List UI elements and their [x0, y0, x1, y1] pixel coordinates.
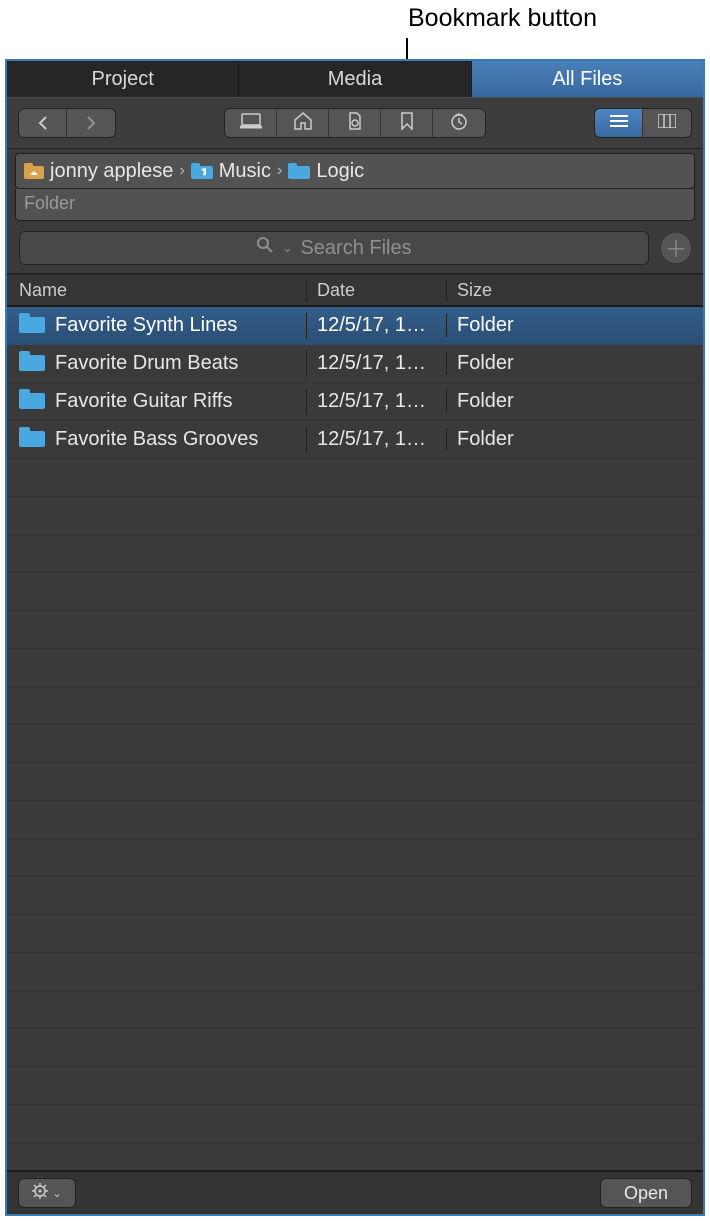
table-row [7, 725, 703, 763]
home-icon [293, 112, 313, 135]
table-row [7, 459, 703, 497]
chevron-right-icon: › [179, 162, 184, 180]
row-size: Folder [447, 428, 703, 451]
table-row[interactable]: Favorite Synth Lines 12/5/17, 1… Folder [7, 307, 703, 345]
table-body: Favorite Synth Lines 12/5/17, 1… Folder … [7, 307, 703, 1170]
document-icon [347, 112, 363, 135]
table-row [7, 649, 703, 687]
breadcrumb[interactable]: jonny applese › Music › Logic [15, 153, 695, 189]
table-row [7, 763, 703, 801]
music-folder-icon [191, 163, 213, 179]
breadcrumb-seg-logic[interactable]: Logic [316, 160, 364, 183]
back-button[interactable] [19, 109, 67, 137]
table-row [7, 573, 703, 611]
toolbar [7, 97, 703, 149]
search-row: ⌄ Search Files ＋ [7, 221, 703, 275]
bookmark-icon [400, 112, 414, 135]
footer: ⌄ Open [7, 1170, 703, 1214]
file-browser-panel: Project Media All Files [5, 59, 705, 1216]
table-row[interactable]: Favorite Bass Grooves 12/5/17, 1… Folder [7, 421, 703, 459]
table-row [7, 839, 703, 877]
table-row [7, 1029, 703, 1067]
row-name: Favorite Guitar Riffs [55, 390, 232, 413]
location-segment [225, 109, 485, 137]
breadcrumb-seg-music[interactable]: Music [219, 160, 271, 183]
plus-icon: ＋ [665, 232, 687, 264]
forward-button[interactable] [67, 109, 115, 137]
row-size: Folder [447, 352, 703, 375]
row-date: 12/5/17, 1… [307, 314, 447, 337]
column-date[interactable]: Date [307, 280, 447, 301]
table-row [7, 535, 703, 573]
table-row [7, 953, 703, 991]
gear-icon [32, 1183, 48, 1204]
table-row [7, 497, 703, 535]
table-row [7, 1105, 703, 1143]
list-icon [610, 114, 628, 133]
computer-icon [240, 113, 262, 134]
tab-media[interactable]: Media [239, 61, 471, 97]
chevron-down-icon: ⌄ [52, 1187, 61, 1200]
row-date: 12/5/17, 1… [307, 428, 447, 451]
row-name: Favorite Bass Grooves [55, 428, 258, 451]
recent-button[interactable] [433, 109, 485, 137]
table-row[interactable]: Favorite Guitar Riffs 12/5/17, 1… Folder [7, 383, 703, 421]
open-button[interactable]: Open [601, 1179, 691, 1207]
table-row[interactable]: Favorite Drum Beats 12/5/17, 1… Folder [7, 345, 703, 383]
column-name[interactable]: Name [7, 280, 307, 301]
table-row [7, 611, 703, 649]
chevron-down-icon: ⌄ [282, 241, 292, 255]
table-row [7, 801, 703, 839]
folder-icon [19, 389, 45, 415]
bookmark-button[interactable] [381, 109, 433, 137]
search-placeholder: Search Files [300, 237, 411, 260]
computer-button[interactable] [225, 109, 277, 137]
tabs: Project Media All Files [7, 61, 703, 97]
column-size[interactable]: Size [447, 280, 703, 301]
row-date: 12/5/17, 1… [307, 390, 447, 413]
add-button[interactable]: ＋ [661, 233, 691, 263]
search-icon [256, 236, 274, 260]
table-row [7, 915, 703, 953]
clock-icon [449, 112, 469, 135]
list-view-button[interactable] [595, 109, 643, 137]
row-name: Favorite Synth Lines [55, 314, 237, 337]
projects-button[interactable] [329, 109, 381, 137]
chevron-right-icon: › [277, 162, 282, 180]
breadcrumb-seg-home[interactable]: jonny applese [50, 160, 173, 183]
table-row [7, 877, 703, 915]
home-folder-icon [24, 163, 44, 179]
folder-icon [19, 427, 45, 453]
row-name: Favorite Drum Beats [55, 352, 238, 375]
tab-all-files[interactable]: All Files [472, 61, 703, 97]
action-menu-button[interactable]: ⌄ [19, 1179, 75, 1207]
columns-icon [658, 114, 676, 133]
tab-project[interactable]: Project [7, 61, 239, 97]
folder-icon [19, 351, 45, 377]
home-button[interactable] [277, 109, 329, 137]
row-date: 12/5/17, 1… [307, 352, 447, 375]
search-input[interactable]: ⌄ Search Files [19, 231, 649, 265]
callout-label: Bookmark button [408, 4, 597, 33]
table-row [7, 991, 703, 1029]
nav-segment [19, 109, 115, 137]
path-type-label: Folder [15, 189, 695, 221]
table-row [7, 1067, 703, 1105]
table-header: Name Date Size [7, 275, 703, 307]
row-size: Folder [447, 390, 703, 413]
table-row [7, 687, 703, 725]
row-size: Folder [447, 314, 703, 337]
folder-icon [288, 163, 310, 179]
column-view-button[interactable] [643, 109, 691, 137]
folder-icon [19, 313, 45, 339]
view-segment [595, 109, 691, 137]
